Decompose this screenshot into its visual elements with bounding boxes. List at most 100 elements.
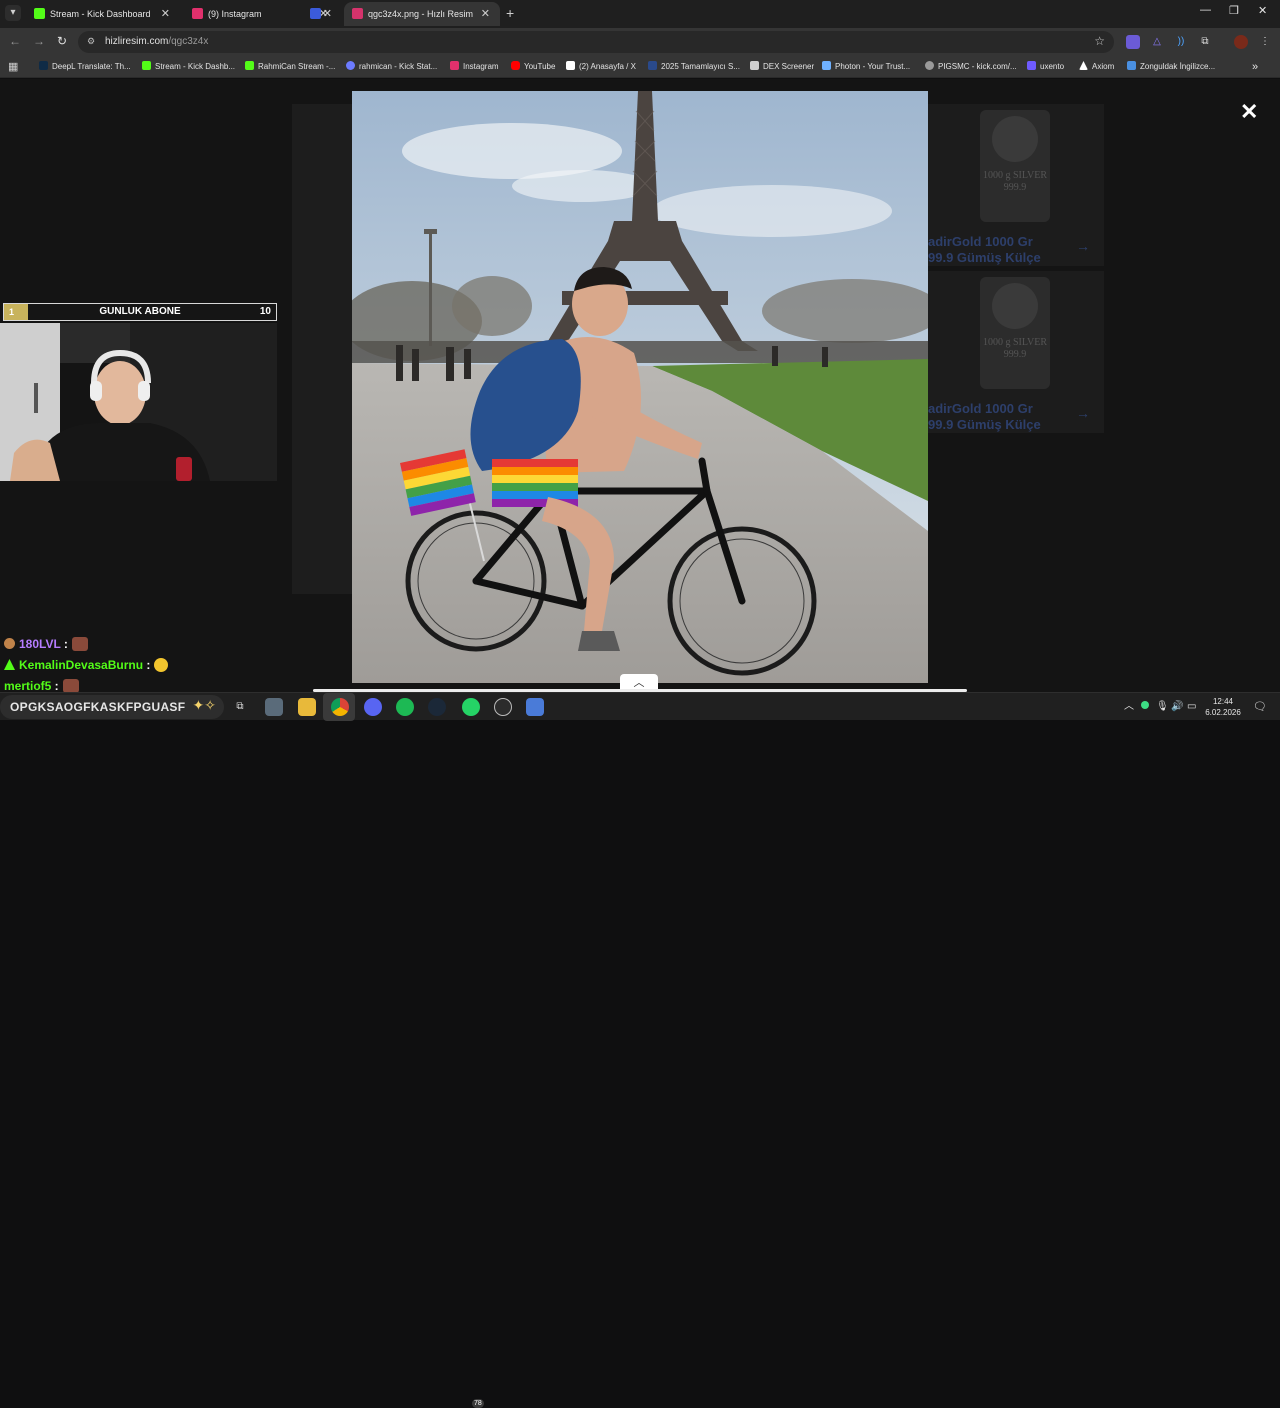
kick-icon xyxy=(142,61,151,70)
bookmark-axiom[interactable]: Axiom xyxy=(1079,56,1114,78)
folder-icon[interactable] xyxy=(298,698,316,716)
bookmark-deepl[interactable]: DeepL Translate: Th... xyxy=(39,56,131,78)
bookmark-uxento[interactable]: uxento xyxy=(1027,56,1064,78)
globe-icon xyxy=(925,61,934,70)
discord-icon[interactable] xyxy=(364,698,382,716)
tab-label: (9) Instagram xyxy=(208,9,262,19)
ad-subtitle: 99.9 Gümüş Külçe xyxy=(928,250,1041,265)
sub-goal-bar: 1 GUNLUK ABONE 10 xyxy=(3,303,277,321)
axiom-icon xyxy=(1079,61,1088,70)
back-icon[interactable]: ← xyxy=(9,34,21,48)
close-tab-icon[interactable]: ✕ xyxy=(323,2,332,26)
avatar[interactable] xyxy=(1234,35,1248,49)
spotify-icon[interactable] xyxy=(396,698,414,716)
clock-date: 6.02.2026 xyxy=(1205,708,1241,717)
tab-hizliresim[interactable]: qgc3z4x.png - Hızlı Resim ✕ xyxy=(344,2,500,26)
site-icon xyxy=(648,61,657,70)
sub-goal-count: 10 xyxy=(259,306,271,317)
bookmark-zonguldak[interactable]: Zonguldak İngilizce... xyxy=(1127,56,1215,78)
browser-toolbar: ← → ↻ ⚙ hizliresim.com/qgc3z4x ☆ △ )) ⧉ … xyxy=(0,28,1280,56)
steam-icon[interactable] xyxy=(428,698,446,716)
close-icon[interactable]: ✕ xyxy=(1258,4,1267,17)
volume-icon[interactable]: 🔊 xyxy=(1171,693,1183,721)
tab-pinned[interactable]: ✕ xyxy=(302,2,342,26)
taskbar-search[interactable]: OPGKSAOGFKASKFPGUASF ✦✧ xyxy=(0,695,224,719)
clock-time: 12:44 xyxy=(1212,697,1234,706)
close-tab-icon[interactable]: ✕ xyxy=(161,2,170,26)
site-icon xyxy=(310,8,321,19)
tab-search-button[interactable]: ▾ xyxy=(5,5,21,21)
silver-bar-image: 1000 g SILVER 999.9 xyxy=(980,110,1050,222)
bookmark-dexscreener[interactable]: DEX Screener xyxy=(750,56,814,78)
network-icon[interactable]: ▭ xyxy=(1187,693,1196,721)
extension-icon[interactable]: )) xyxy=(1174,35,1188,49)
apps-grid-icon[interactable]: ▦ xyxy=(8,56,18,78)
notifications-icon[interactable]: 🗨 xyxy=(1253,693,1267,721)
more-bookmarks-icon[interactable]: » xyxy=(1252,56,1258,78)
bookmark-x[interactable]: (2) Anasayfa / X xyxy=(566,56,636,78)
url-text[interactable]: hizliresim.com/qgc3z4x xyxy=(105,31,208,53)
reload-icon[interactable]: ↻ xyxy=(57,34,67,48)
sparkle-icon: ✦✧ xyxy=(192,697,216,713)
whatsapp-icon[interactable] xyxy=(462,698,480,716)
bookmark-pigsmc[interactable]: PIGSMC - kick.com/... xyxy=(925,56,1017,78)
obs-icon[interactable] xyxy=(494,698,512,716)
bookmarks-bar: ▦ DeepL Translate: Th... Stream - Kick D… xyxy=(0,56,1280,78)
close-icon[interactable]: ✕ xyxy=(1240,101,1258,123)
arrow-right-icon[interactable]: → xyxy=(1076,405,1090,421)
ad-card[interactable]: 1000 g SILVER 999.9 adirGold 1000 Gr 99.… xyxy=(928,271,1104,433)
menu-icon[interactable]: ⋮ xyxy=(1258,35,1272,49)
bookmark-instagram[interactable]: Instagram xyxy=(450,56,499,78)
task-view-icon[interactable]: ⧉ xyxy=(231,698,249,716)
forward-icon[interactable]: → xyxy=(33,34,45,48)
app-icon[interactable] xyxy=(526,698,544,716)
bookmark-tamamlayici[interactable]: 2025 Tamamlayıcı S... xyxy=(648,56,740,78)
chrome-icon[interactable] xyxy=(331,698,349,716)
ad-title: adirGold 1000 Gr xyxy=(928,401,1033,416)
app-icon[interactable] xyxy=(265,698,283,716)
chat-username: KemalinDevasaBurnu xyxy=(19,658,144,672)
tab-kick-dashboard[interactable]: Stream - Kick Dashboard ✕ xyxy=(26,2,180,26)
sub-goal-title: GUNLUK ABONE xyxy=(99,306,181,317)
bookmark-kick-stats[interactable]: rahmican - Kick Stat... xyxy=(346,56,437,78)
extension-icon[interactable] xyxy=(1126,35,1140,49)
emote-icon xyxy=(154,658,169,672)
puzzle-icon[interactable]: ⧉ xyxy=(1198,35,1212,49)
x-icon xyxy=(566,61,575,70)
ad-title: adirGold 1000 Gr xyxy=(928,234,1033,249)
bookmark-kick-dashboard[interactable]: Stream - Kick Dashb... xyxy=(142,56,235,78)
emote-icon xyxy=(62,679,79,693)
bookmark-youtube[interactable]: YouTube xyxy=(511,56,555,78)
arrow-right-icon[interactable]: → xyxy=(1076,238,1090,254)
instagram-icon xyxy=(450,61,459,70)
badge-icon xyxy=(4,659,15,670)
chevron-up-icon[interactable]: ︿ xyxy=(1124,693,1134,721)
site-info-icon[interactable]: ⚙ xyxy=(87,36,99,48)
plus-icon[interactable]: + xyxy=(506,5,514,21)
bookmark-star-icon[interactable]: ☆ xyxy=(1094,34,1105,48)
webcam-feed xyxy=(0,323,277,481)
minimize-icon[interactable]: — xyxy=(1200,4,1211,16)
status-dot-icon[interactable] xyxy=(1141,701,1149,709)
hizliresim-icon xyxy=(352,8,363,19)
photon-icon xyxy=(822,61,831,70)
sub-goal-rank: 1 xyxy=(4,304,28,320)
close-tab-icon[interactable]: ✕ xyxy=(481,2,490,26)
restore-icon[interactable]: ❐ xyxy=(1229,4,1239,17)
address-bar[interactable]: ⚙ hizliresim.com/qgc3z4x ☆ xyxy=(78,31,1114,53)
notification-badge: 78 xyxy=(472,1399,484,1408)
youtube-icon xyxy=(511,61,520,70)
tab-strip: ▾ Stream - Kick Dashboard ✕ (9) Instagra… xyxy=(0,0,1280,28)
bookmark-photon[interactable]: Photon - Your Trust... xyxy=(822,56,910,78)
microphone-icon[interactable]: 🎙 xyxy=(1156,693,1169,721)
chat-message: 180LVL : xyxy=(4,637,88,651)
uxento-icon xyxy=(1027,61,1036,70)
stats-icon xyxy=(346,61,355,70)
system-clock[interactable]: 12:44 6.02.2026 xyxy=(1200,696,1246,718)
instagram-icon xyxy=(192,8,203,19)
emote-icon xyxy=(71,637,88,651)
extension-icon[interactable]: △ xyxy=(1150,35,1164,49)
bookmark-rahmican-stream[interactable]: RahmiCan Stream -... xyxy=(245,56,335,78)
ad-card[interactable]: 1000 g SILVER 999.9 adirGold 1000 Gr 99.… xyxy=(928,104,1104,266)
lightbox-image xyxy=(352,91,928,683)
